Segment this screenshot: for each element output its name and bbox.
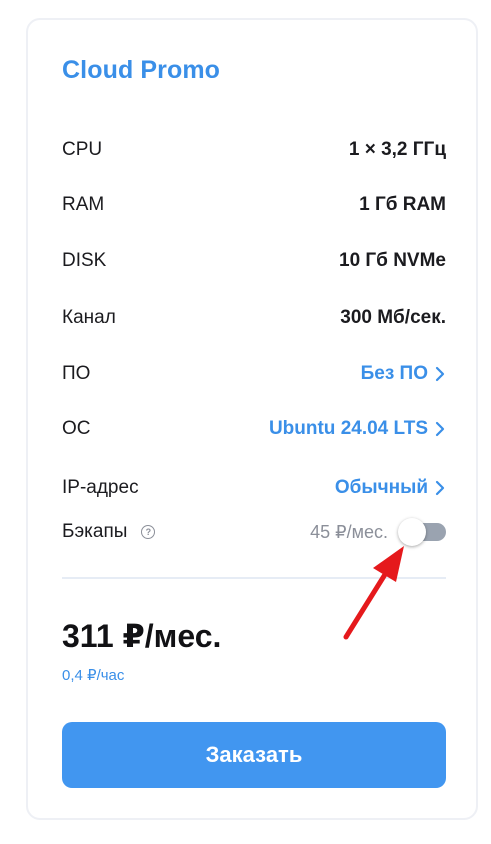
spec-row-disk: DISK 10 Гб NVMe xyxy=(62,245,446,277)
backup-price: 45 ₽/мес. xyxy=(310,521,388,542)
ip-select[interactable]: Обычный xyxy=(335,477,446,499)
ip-select-value: Обычный xyxy=(334,477,428,498)
spec-value-cpu: 1 × 3,2 ГГц xyxy=(348,139,446,160)
backup-label-group: Бэкапы ? xyxy=(62,521,156,543)
spec-row-cpu: CPU 1 × 3,2 ГГц xyxy=(62,134,446,166)
spec-row-channel: Канал 300 Мб/сек. xyxy=(62,302,446,334)
backup-toggle[interactable] xyxy=(398,518,446,546)
option-row-ip: IP-адрес Обычный xyxy=(62,472,446,504)
option-label-os: ОС xyxy=(62,418,91,439)
software-select-value: Без ПО xyxy=(360,363,428,384)
chevron-right-icon xyxy=(435,480,445,496)
spec-label-ram: RAM xyxy=(62,194,105,215)
order-button[interactable]: Заказать xyxy=(62,722,446,788)
backup-label: Бэкапы xyxy=(62,521,128,542)
monthly-price: 311 ₽/мес. xyxy=(62,618,222,654)
divider xyxy=(62,577,446,579)
tariff-card: Cloud Promo CPU 1 × 3,2 ГГц RAM 1 Гб RAM… xyxy=(26,18,478,820)
spec-label-channel: Канал xyxy=(62,307,116,328)
option-row-os: ОС Ubuntu 24.04 LTS xyxy=(62,413,446,445)
chevron-right-icon xyxy=(435,421,445,437)
toggle-knob xyxy=(398,518,426,546)
option-row-software: ПО Без ПО xyxy=(62,358,446,390)
spec-value-ram: 1 Гб RAM xyxy=(359,194,446,215)
chevron-right-icon xyxy=(435,366,445,382)
spec-label-cpu: CPU xyxy=(62,139,103,160)
backup-control: 45 ₽/мес. xyxy=(310,518,446,546)
tariff-title: Cloud Promo xyxy=(62,56,221,84)
option-label-ip: IP-адрес xyxy=(62,477,139,498)
info-icon[interactable]: ? xyxy=(141,525,156,539)
software-select[interactable]: Без ПО xyxy=(361,363,446,385)
backup-row: Бэкапы ? 45 ₽/мес. xyxy=(62,516,446,548)
option-label-software: ПО xyxy=(62,363,91,384)
hourly-price: 0,4 ₽/час xyxy=(62,667,125,684)
spec-value-channel: 300 Мб/сек. xyxy=(340,307,446,328)
os-select-value: Ubuntu 24.04 LTS xyxy=(268,418,428,439)
spec-row-ram: RAM 1 Гб RAM xyxy=(62,189,446,221)
os-select[interactable]: Ubuntu 24.04 LTS xyxy=(269,418,446,440)
spec-label-disk: DISK xyxy=(62,250,107,271)
spec-value-disk: 10 Гб NVMe xyxy=(339,250,446,271)
